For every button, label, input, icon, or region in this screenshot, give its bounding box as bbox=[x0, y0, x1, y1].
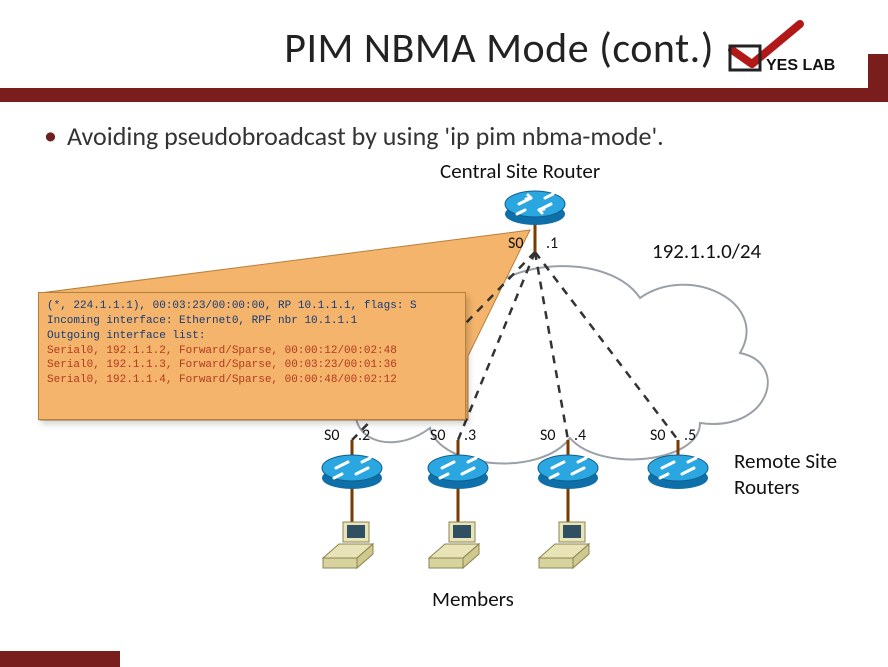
remote-router-3-icon bbox=[426, 450, 490, 490]
central-router-icon bbox=[503, 186, 567, 226]
callout-line-5: Serial0, 192.1.1.3, Forward/Sparse, 00:0… bbox=[47, 358, 457, 373]
yeslab-logo: YES LAB bbox=[728, 20, 848, 76]
r5-ip: .5 bbox=[684, 426, 696, 445]
callout-line-6: Serial0, 192.1.1.4, Forward/Sparse, 00:0… bbox=[47, 373, 457, 388]
logo-text: YES LAB bbox=[766, 57, 835, 74]
callout-line-3: Outgoing interface list: bbox=[47, 329, 457, 344]
r5-intf: S0 bbox=[650, 426, 665, 445]
r4-intf: S0 bbox=[540, 426, 555, 445]
remote-router-2-icon bbox=[320, 450, 384, 490]
workstation-2-icon bbox=[323, 518, 381, 576]
remote-label-1: Remote Site bbox=[734, 448, 837, 474]
r3-intf: S0 bbox=[430, 426, 445, 445]
central-router-label: Central Site Router bbox=[440, 158, 600, 184]
remote-router-5-icon bbox=[646, 450, 710, 490]
r2-intf: S0 bbox=[324, 426, 339, 445]
mroute-callout: (*, 224.1.1.1), 00:03:23/00:00:00, RP 10… bbox=[38, 292, 466, 420]
r3-ip: .3 bbox=[464, 426, 476, 445]
r4-ip: .4 bbox=[574, 426, 586, 445]
central-ip: .1 bbox=[546, 234, 558, 253]
bullet-1: • Avoiding pseudobroadcast by using 'ip … bbox=[0, 120, 888, 152]
central-intf: S0 bbox=[508, 234, 523, 253]
header: PIM NBMA Mode (cont.) YES LAB bbox=[0, 0, 888, 86]
nbma-diagram: Central Site Router 192.1.1.0/24 Remote … bbox=[0, 158, 888, 628]
title-divider bbox=[0, 88, 888, 102]
workstation-3-icon bbox=[429, 518, 487, 576]
subnet-label: 192.1.1.0/24 bbox=[652, 238, 761, 264]
bullet-text: Avoiding pseudobroadcast by using 'ip pi… bbox=[67, 120, 664, 152]
workstation-4-icon bbox=[539, 518, 597, 576]
footer-accent bbox=[0, 651, 120, 667]
bullet-dot-icon: • bbox=[44, 120, 57, 152]
members-label: Members bbox=[432, 586, 514, 612]
callout-line-2: Incoming interface: Ethernet0, RPF nbr 1… bbox=[47, 314, 457, 329]
remote-label-2: Routers bbox=[734, 474, 800, 500]
page-title: PIM NBMA Mode (cont.) bbox=[284, 23, 714, 74]
r2-ip: .2 bbox=[358, 426, 370, 445]
callout-line-4: Serial0, 192.1.1.2, Forward/Sparse, 00:0… bbox=[47, 344, 457, 359]
callout-line-1: (*, 224.1.1.1), 00:03:23/00:00:00, RP 10… bbox=[47, 299, 457, 314]
remote-router-4-icon bbox=[536, 450, 600, 490]
